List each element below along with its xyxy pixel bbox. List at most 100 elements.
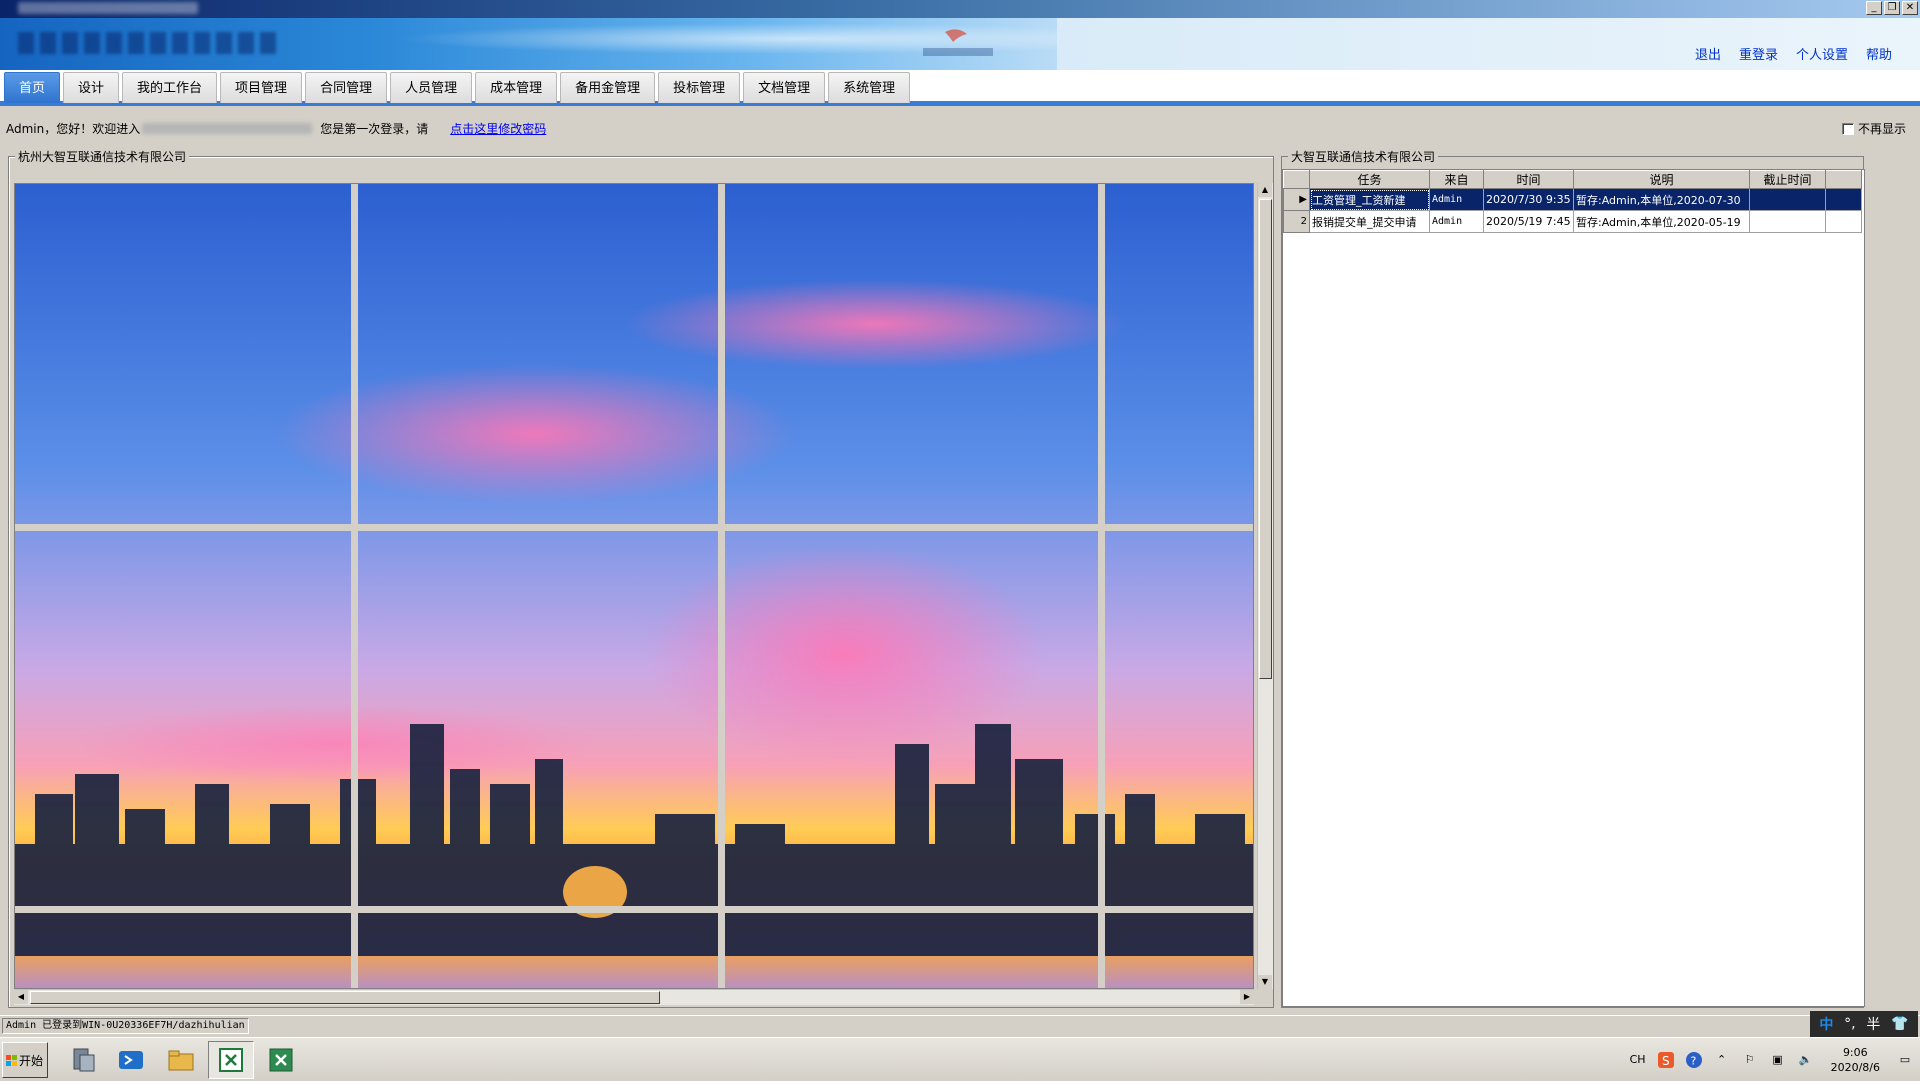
no-show-option[interactable]: 不再显示	[1841, 120, 1906, 137]
status-bar: Admin 已登录到WIN-0U20336EF7H/dazhihulian	[0, 1015, 1920, 1035]
help-tray-icon[interactable]: ?	[1685, 1051, 1703, 1069]
horizontal-scroll-thumb[interactable]	[30, 991, 660, 1004]
scroll-right-icon[interactable]: ▶	[1240, 990, 1254, 1004]
company-image-panel: 杭州大智互联通信技术有限公司 ▲ ▼ ◀ ▶	[8, 148, 1274, 1008]
ime-skin-icon[interactable]: 👕	[1891, 1016, 1908, 1032]
window-titlebar: _ ❐ ✕	[0, 0, 1920, 18]
cell-from[interactable]: Admin	[1429, 210, 1484, 233]
column-header-from[interactable]: 来自	[1429, 170, 1484, 189]
tab-design[interactable]: 设计	[63, 72, 120, 103]
city-skyline-image	[15, 184, 1253, 988]
excel-app-icon[interactable]	[258, 1041, 304, 1079]
vertical-scroll-thumb[interactable]	[1259, 199, 1272, 679]
change-password-link[interactable]: 点击这里修改密码	[450, 120, 546, 137]
image-vertical-scrollbar[interactable]: ▲ ▼	[1257, 183, 1273, 989]
logout-link[interactable]: 退出	[1695, 44, 1721, 63]
right-panel-title: 大智互联通信技术有限公司	[1288, 148, 1439, 165]
cell-blank	[1825, 210, 1862, 233]
task-table: 任务 来自 时间 说明 截止时间 ▶ 工资管理_工资新建 Admin 2020/…	[1283, 170, 1862, 233]
scroll-down-icon[interactable]: ▼	[1258, 975, 1272, 989]
show-desktop-icon[interactable]: ▭	[1896, 1051, 1914, 1069]
row-indicator-icon: ▶	[1283, 188, 1310, 211]
language-indicator[interactable]: CH	[1629, 1051, 1647, 1069]
tab-bidding-management[interactable]: 投标管理	[658, 72, 741, 103]
column-header-description[interactable]: 说明	[1573, 170, 1750, 189]
header-links: 退出 重登录 个人设置 帮助	[1695, 44, 1892, 63]
main-tabbar: 首页 设计 我的工作台 项目管理 合同管理 人员管理 成本管理 备用金管理 投标…	[0, 70, 1920, 106]
system-tray: CH S ? ⌃ ⚐ ▣ 🔈 9:06 2020/8/6 ▭	[1629, 1038, 1920, 1081]
tab-document-management[interactable]: 文档管理	[743, 72, 826, 103]
company-name-blurred	[142, 122, 313, 134]
table-row[interactable]: 2 报销提交单_提交申请 Admin 2020/5/19 7:45 暂存:Adm…	[1283, 210, 1862, 233]
restore-button[interactable]: ❐	[1884, 1, 1900, 15]
minimize-button[interactable]: _	[1866, 1, 1882, 15]
tab-cost-management[interactable]: 成本管理	[475, 72, 558, 103]
scroll-left-icon[interactable]: ◀	[14, 990, 28, 1004]
banner-system-name-blurred	[18, 32, 278, 54]
column-header-blank	[1825, 170, 1862, 189]
cell-from[interactable]: Admin	[1429, 188, 1484, 211]
ime-toolbar[interactable]: 中 °, 半 👕	[1810, 1011, 1918, 1037]
tab-my-workbench[interactable]: 我的工作台	[122, 72, 218, 103]
server-manager-app-icon[interactable]	[60, 1041, 106, 1079]
help-link[interactable]: 帮助	[1866, 44, 1892, 63]
task-grid[interactable]: 任务 来自 时间 说明 截止时间 ▶ 工资管理_工资新建 Admin 2020/…	[1282, 169, 1865, 1007]
clock-date: 2020/8/6	[1830, 1060, 1880, 1074]
tab-system-management[interactable]: 系统管理	[828, 72, 911, 103]
column-header-task[interactable]: 任务	[1309, 170, 1430, 189]
task-panel: 大智互联通信技术有限公司 任务 来自 时间 说明 截止时间 ▶ 工资管理_工资新…	[1281, 148, 1865, 1008]
cell-description[interactable]: 暂存:Admin,本单位,2020-07-30	[1573, 188, 1750, 211]
table-header-row: 任务 来自 时间 说明 截止时间	[1283, 170, 1862, 189]
powershell-app-icon[interactable]	[108, 1041, 154, 1079]
cell-task[interactable]: 报销提交单_提交申请	[1309, 210, 1430, 233]
ime-punctuation-mode[interactable]: °,	[1844, 1016, 1855, 1032]
windows-taskbar: 开始 CH S ? ⌃ ⚐ ▣ 🔈 9:06 2020/8/6 ▭	[0, 1037, 1920, 1080]
tray-expand-icon[interactable]: ⌃	[1713, 1051, 1731, 1069]
table-row[interactable]: ▶ 工资管理_工资新建 Admin 2020/7/30 9:35 暂存:Admi…	[1283, 188, 1862, 211]
tab-petty-cash-management[interactable]: 备用金管理	[560, 72, 656, 103]
no-show-label: 不再显示	[1857, 122, 1906, 136]
file-explorer-app-icon[interactable]	[158, 1041, 204, 1079]
tab-project-management[interactable]: 项目管理	[220, 72, 303, 103]
windows-logo-icon	[6, 1054, 17, 1066]
tab-contract-management[interactable]: 合同管理	[305, 72, 388, 103]
welcome-greeting: Admin，您好！欢迎进入	[6, 121, 141, 136]
cell-description[interactable]: 暂存:Admin,本单位,2020-05-19	[1573, 210, 1750, 233]
start-label: 开始	[19, 1053, 44, 1068]
header-indicator	[1283, 170, 1310, 189]
cell-deadline[interactable]	[1749, 188, 1826, 211]
action-center-flag-icon[interactable]: ⚐	[1741, 1051, 1759, 1069]
ime-chinese-mode[interactable]: 中	[1819, 1014, 1833, 1034]
cell-deadline[interactable]	[1749, 210, 1826, 233]
clock-time: 9:06	[1842, 1045, 1868, 1059]
image-viewport[interactable]	[14, 183, 1254, 989]
svg-text:S: S	[1662, 1054, 1670, 1068]
taskbar-clock[interactable]: 9:06 2020/8/6	[1831, 1045, 1880, 1075]
cell-task[interactable]: 工资管理_工资新建	[1309, 188, 1430, 211]
first-login-text: 您是第一次登录，请	[320, 121, 429, 136]
app-banner: 退出 重登录 个人设置 帮助	[0, 18, 1920, 70]
close-button[interactable]: ✕	[1902, 1, 1918, 15]
ime-width-mode[interactable]: 半	[1866, 1014, 1880, 1034]
cell-time[interactable]: 2020/7/30 9:35	[1483, 188, 1574, 211]
excel-app-icon-active[interactable]	[208, 1041, 254, 1079]
window-title-blurred	[18, 2, 198, 14]
column-header-deadline[interactable]: 截止时间	[1749, 170, 1826, 189]
relogin-link[interactable]: 重登录	[1739, 44, 1778, 63]
sogou-ime-icon[interactable]: S	[1657, 1051, 1675, 1069]
window-controls: _ ❐ ✕	[1866, 1, 1918, 15]
tab-home[interactable]: 首页	[4, 72, 61, 103]
image-horizontal-scrollbar[interactable]: ◀ ▶	[14, 989, 1254, 1005]
left-panel-title: 杭州大智互联通信技术有限公司	[15, 148, 190, 165]
cell-blank	[1825, 188, 1862, 211]
scroll-up-icon[interactable]: ▲	[1258, 183, 1272, 197]
column-header-time[interactable]: 时间	[1483, 170, 1574, 189]
volume-icon[interactable]: 🔈	[1797, 1051, 1815, 1069]
personal-settings-link[interactable]: 个人设置	[1796, 44, 1848, 63]
tab-personnel-management[interactable]: 人员管理	[390, 72, 473, 103]
network-icon[interactable]: ▣	[1769, 1051, 1787, 1069]
start-button[interactable]: 开始	[2, 1042, 48, 1078]
svg-text:?: ?	[1690, 1054, 1696, 1067]
cell-time[interactable]: 2020/5/19 7:45	[1483, 210, 1574, 233]
no-show-checkbox[interactable]	[1841, 122, 1854, 135]
